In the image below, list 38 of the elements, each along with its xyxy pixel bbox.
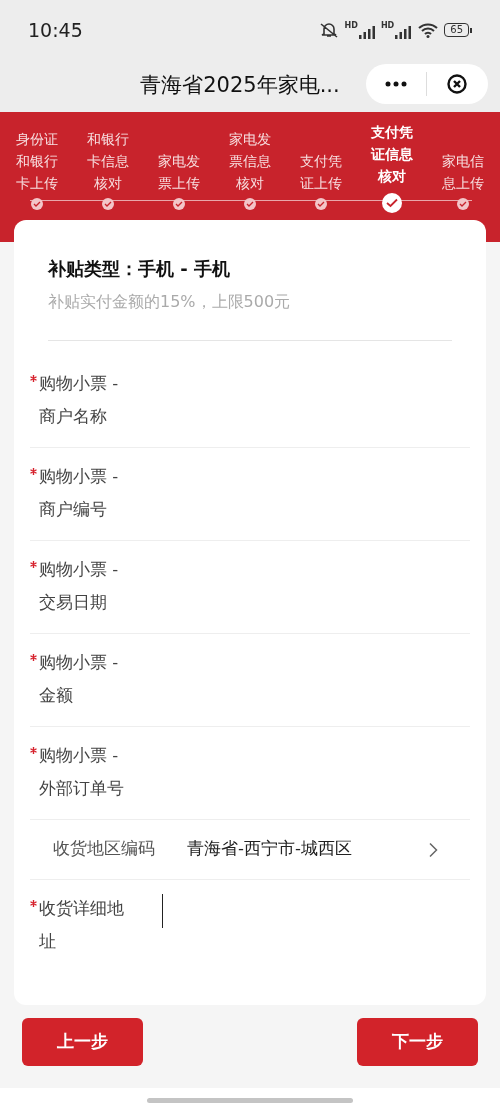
subsidy-note: 补贴实付金额的15%，上限500元	[48, 291, 292, 313]
field-label: 购物小票 - 交易日期	[39, 559, 120, 614]
step-check-icon	[173, 198, 185, 210]
step-check-icon	[31, 198, 43, 210]
step-label[interactable]: 支付凭证上传	[297, 150, 345, 194]
region-picker[interactable]: 收货地区编码 青海省-西宁市-城西区	[30, 820, 470, 880]
step-check-icon	[244, 198, 256, 210]
chevron-right-icon	[428, 841, 438, 858]
field-label: 购物小票 - 金额	[39, 652, 120, 707]
signal-icon	[394, 24, 413, 39]
network-label: HD	[380, 21, 395, 30]
step-label[interactable]: 和银行卡信息核对	[84, 128, 132, 194]
field-label: 购物小票 - 外部订单号	[39, 745, 125, 800]
step-check-icon	[102, 198, 114, 210]
battery-icon: 65	[444, 23, 469, 37]
more-icon	[385, 81, 407, 87]
step-check-icon	[382, 193, 402, 213]
step-button[interactable]: 下一步	[357, 1018, 478, 1066]
step-label[interactable]: 身份证和银行卡上传	[13, 128, 61, 194]
step-label[interactable]: 家电信息上传	[439, 150, 487, 194]
clock-time: 10:45	[28, 17, 83, 43]
field-value: 青海省-西宁市-城西区	[187, 838, 353, 861]
wifi-icon	[417, 22, 440, 38]
step-label[interactable]: 家电发票信息核对	[226, 128, 274, 194]
step-button[interactable]: 上一步	[22, 1018, 143, 1066]
step-label[interactable]: 支付凭证信息核对	[368, 121, 416, 187]
subsidy-type: 补贴类型：手机 - 手机	[48, 257, 231, 281]
step-label[interactable]: 家电发票上传	[155, 150, 203, 194]
step-check-icon	[457, 198, 469, 210]
field-label: 购物小票 - 商户编号	[39, 466, 120, 521]
network-label: HD	[344, 21, 358, 30]
field-label: 收货详细地址	[39, 898, 125, 953]
page-title: 青海省2025年家电...	[140, 72, 341, 100]
field-label: 收货地区编码	[53, 838, 156, 861]
step-check-icon	[315, 198, 327, 210]
close-icon	[446, 73, 468, 95]
field-label: 购物小票 - 商户名称	[39, 373, 120, 428]
signal-icon	[357, 24, 376, 39]
